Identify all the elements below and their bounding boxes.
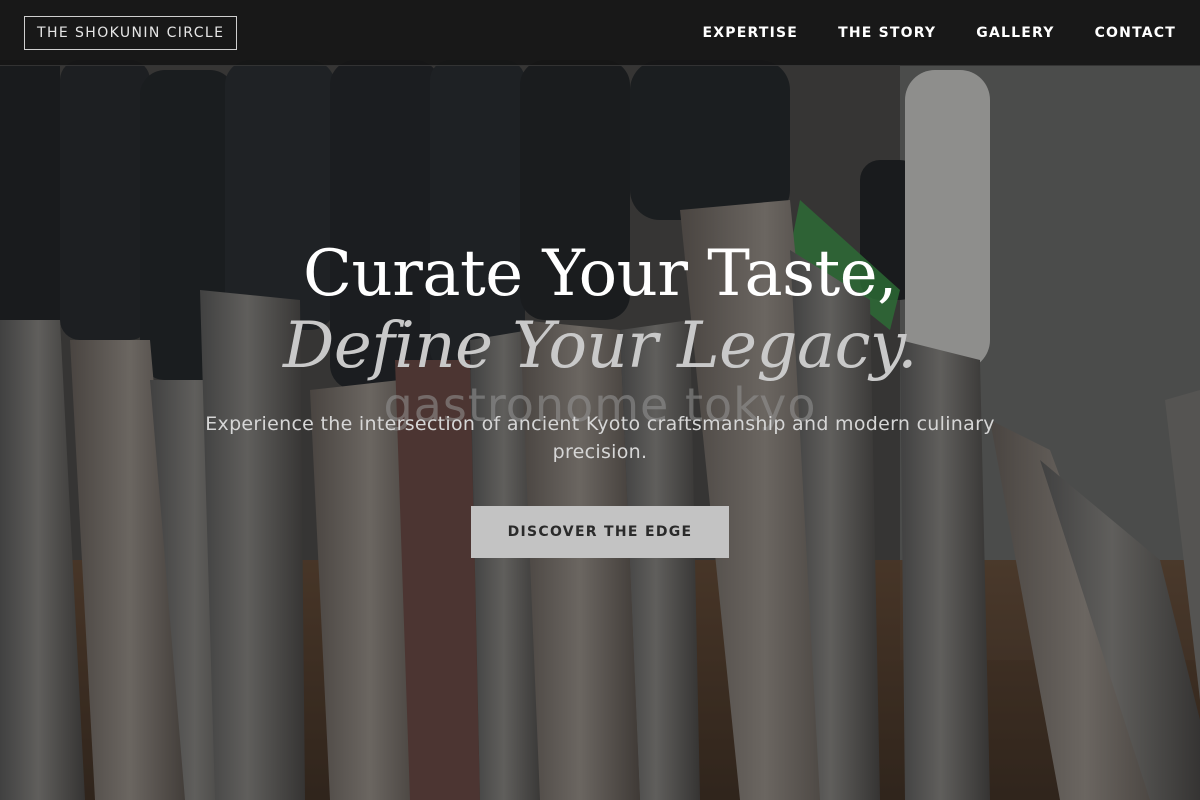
nav-link-the-story[interactable]: THE STORY bbox=[838, 25, 936, 41]
hero-heading: Curate Your Taste, Define Your Legacy. bbox=[0, 238, 1200, 382]
nav-link-contact[interactable]: CONTACT bbox=[1095, 25, 1176, 41]
hero-title-line-2: Define Your Legacy. bbox=[283, 309, 918, 383]
site-header: THE SHOKUNIN CIRCLE EXPERTISE THE STORY … bbox=[0, 0, 1200, 66]
discover-the-edge-button[interactable]: DISCOVER THE EDGE bbox=[471, 506, 729, 558]
landing-page: THE SHOKUNIN CIRCLE EXPERTISE THE STORY … bbox=[0, 0, 1200, 800]
nav-link-gallery[interactable]: GALLERY bbox=[976, 25, 1054, 41]
hero-title-line-1: Curate Your Taste, bbox=[303, 237, 897, 311]
hero-subtitle: Experience the intersection of ancient K… bbox=[205, 413, 995, 463]
site-logo[interactable]: THE SHOKUNIN CIRCLE bbox=[24, 16, 238, 50]
nav-link-expertise[interactable]: EXPERTISE bbox=[703, 25, 799, 41]
main-nav: EXPERTISE THE STORY GALLERY CONTACT bbox=[703, 0, 1176, 66]
